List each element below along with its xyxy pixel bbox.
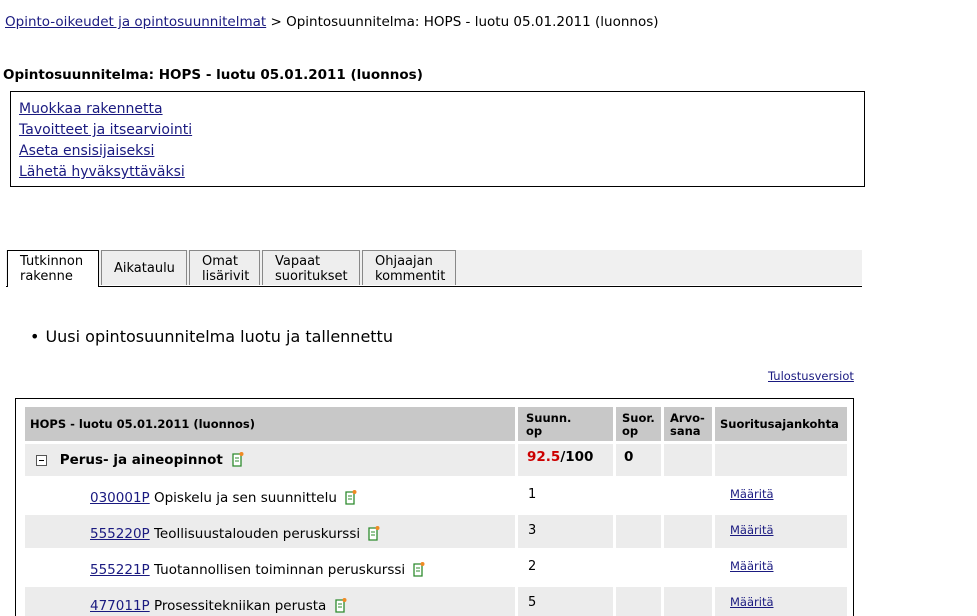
course-credits: 2 <box>518 551 613 584</box>
tab-bar: Tutkinnon rakenne Aikataulu Omat lisäriv… <box>6 250 862 287</box>
tab-free-credits[interactable]: Vapaat suoritukset <box>262 250 360 285</box>
course-code-link[interactable]: 555221P <box>90 562 150 578</box>
course-name: Opiskelu ja sen suunnittelu <box>153 490 337 506</box>
course-row: 555221P Tuotannollisen toiminnan perusku… <box>25 551 847 584</box>
set-date-link[interactable]: Määritä <box>730 523 774 537</box>
course-date-cell: Määritä <box>715 479 847 512</box>
header-grade: Arvo- sana <box>664 407 712 441</box>
course-row: 030001P Opiskelu ja sen suunnittelu 1 Mä… <box>25 479 847 512</box>
header-completed-credits: Suor. op <box>616 407 661 441</box>
course-name: Tuotannollisen toiminnan peruskurssi <box>153 562 406 578</box>
tab-label-line1: Ohjaajan <box>375 254 433 269</box>
tab-label-line2: rakenne <box>20 269 73 284</box>
course-credits: 1 <box>518 479 613 512</box>
breadcrumb: Opinto-oikeudet ja opintosuunnitelmat > … <box>5 14 659 30</box>
tab-schedule[interactable]: Aikataulu <box>101 250 187 285</box>
collapse-icon[interactable] <box>36 454 47 466</box>
group-planned-cell: 92.5/100 <box>518 444 613 476</box>
tab-label-line1: Vapaat <box>275 254 321 269</box>
tab-label-line2: lisärivit <box>202 269 250 284</box>
course-name: Teollisuustalouden peruskurssi <box>153 526 361 542</box>
set-primary-link[interactable]: Aseta ensisijaiseksi <box>19 143 154 159</box>
header-plan-name: HOPS - luotu 05.01.2011 (luonnos) <box>25 407 515 441</box>
breadcrumb-current: Opintosuunnitelma: HOPS - luotu 05.01.20… <box>286 14 659 30</box>
tab-own-rows[interactable]: Omat lisärivit <box>189 250 260 285</box>
tab-label-line2: kommentit <box>375 269 446 284</box>
header-line: sana <box>670 424 701 438</box>
set-date-link[interactable]: Määritä <box>730 595 774 609</box>
study-plan-table: HOPS - luotu 05.01.2011 (luonnos) Suunn.… <box>15 398 854 616</box>
course-grade-cell <box>664 479 712 512</box>
group-completed-credits: 0 <box>616 444 661 476</box>
course-credits: 5 <box>518 587 613 616</box>
tab-label-line1: Omat <box>202 254 238 269</box>
course-completed-cell <box>616 587 661 616</box>
tab-label-line1: Tutkinnon <box>20 254 84 269</box>
send-for-approval-link[interactable]: Lähetä hyväksyttäväksi <box>19 164 185 180</box>
group-required-credits: 100 <box>565 449 594 465</box>
group-name-cell: Perus- ja aineopinnot <box>25 444 515 476</box>
tab-advisor-comments[interactable]: Ohjaajan kommentit <box>362 250 456 285</box>
actions-box: Muokkaa rakennetta Tavoitteet ja itsearv… <box>10 91 865 187</box>
set-date-link[interactable]: Määritä <box>730 559 774 573</box>
course-grade-cell <box>664 551 712 584</box>
edit-structure-link[interactable]: Muokkaa rakennetta <box>19 101 163 117</box>
course-name-cell: 555221P Tuotannollisen toiminnan perusku… <box>25 551 515 584</box>
breadcrumb-separator: > <box>270 14 282 30</box>
course-credits: 3 <box>518 515 613 548</box>
group-name: Perus- ja aineopinnot <box>59 452 223 468</box>
header-planned-credits: Suunn. op <box>518 407 613 441</box>
course-row: 477011P Prosessitekniikan perusta 5 Määr… <box>25 587 847 616</box>
course-name-cell: 477011P Prosessitekniikan perusta <box>25 587 515 616</box>
header-line: op <box>526 424 543 438</box>
header-completion-date: Suoritusajankohta <box>715 407 847 441</box>
page-title: Opintosuunnitelma: HOPS - luotu 05.01.20… <box>3 67 423 83</box>
course-date-cell: Määritä <box>715 551 847 584</box>
group-row: Perus- ja aineopinnot 92.5/100 0 <box>25 444 847 476</box>
course-completed-cell <box>616 551 661 584</box>
header-line: op <box>622 424 639 438</box>
course-code-link[interactable]: 030001P <box>90 490 150 506</box>
group-grade-cell <box>664 444 712 476</box>
note-icon[interactable] <box>367 525 381 543</box>
tab-label-line2: suoritukset <box>275 269 348 284</box>
note-icon[interactable] <box>344 489 358 507</box>
course-name-cell: 555220P Teollisuustalouden peruskurssi <box>25 515 515 548</box>
notice-text: Uusi opintosuunnitelma luotu ja tallenne… <box>45 327 393 346</box>
course-completed-cell <box>616 515 661 548</box>
tab-label-line1: Aikataulu <box>114 261 175 276</box>
course-code-link[interactable]: 555220P <box>90 526 150 542</box>
course-grade-cell <box>664 515 712 548</box>
notice-bullet: • <box>30 327 40 346</box>
group-planned-credits: 92.5 <box>527 449 561 465</box>
set-date-link[interactable]: Määritä <box>730 487 774 501</box>
table-header-row: HOPS - luotu 05.01.2011 (luonnos) Suunn.… <box>25 407 847 441</box>
goals-self-assessment-link[interactable]: Tavoitteet ja itsearviointi <box>19 122 192 138</box>
success-notice: • Uusi opintosuunnitelma luotu ja tallenn… <box>30 327 393 346</box>
print-versions-link[interactable]: Tulostusversiot <box>768 369 854 383</box>
course-grade-cell <box>664 587 712 616</box>
note-icon[interactable] <box>412 561 426 579</box>
course-name: Prosessitekniikan perusta <box>153 598 327 614</box>
course-date-cell: Määritä <box>715 587 847 616</box>
breadcrumb-parent-link[interactable]: Opinto-oikeudet ja opintosuunnitelmat <box>5 14 266 30</box>
tab-degree-structure[interactable]: Tutkinnon rakenne <box>7 250 99 287</box>
note-icon[interactable] <box>334 597 348 615</box>
course-completed-cell <box>616 479 661 512</box>
course-code-link[interactable]: 477011P <box>90 598 150 614</box>
note-icon[interactable] <box>231 451 245 469</box>
course-date-cell: Määritä <box>715 515 847 548</box>
group-date-cell <box>715 444 847 476</box>
course-name-cell: 030001P Opiskelu ja sen suunnittelu <box>25 479 515 512</box>
course-row: 555220P Teollisuustalouden peruskurssi 3… <box>25 515 847 548</box>
